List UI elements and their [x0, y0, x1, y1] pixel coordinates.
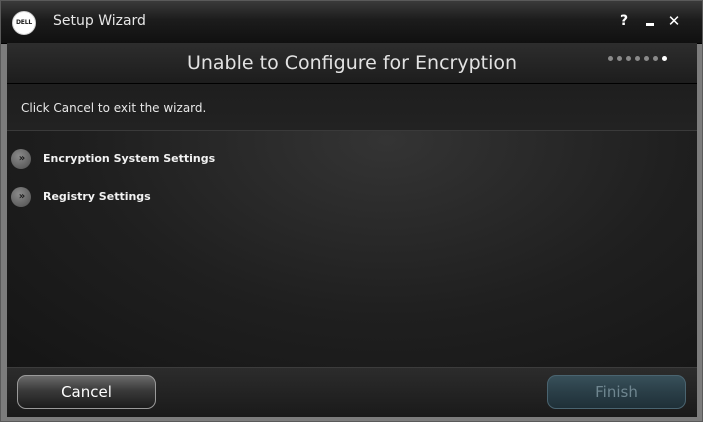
setup-wizard-window: DELL Setup Wizard ? ✕ Unable to Configur… — [0, 0, 703, 422]
expander-label[interactable]: Registry Settings — [43, 190, 151, 203]
instruction-band: Click Cancel to exit the wizard. — [7, 84, 697, 131]
dell-logo: DELL — [12, 11, 36, 35]
step-dot — [644, 56, 649, 61]
instruction-text: Click Cancel to exit the wizard. — [21, 101, 207, 115]
finish-button[interactable]: Finish — [547, 375, 686, 409]
help-button[interactable]: ? — [615, 11, 633, 31]
double-chevron-right-icon[interactable]: » — [11, 187, 31, 207]
cancel-button[interactable]: Cancel — [17, 375, 156, 409]
double-chevron-right-icon[interactable]: » — [11, 149, 31, 169]
window-title: Setup Wizard — [53, 13, 146, 29]
page-header: Unable to Configure for Encryption — [7, 43, 697, 84]
step-dot — [635, 56, 640, 61]
button-bar: Cancel Finish — [7, 367, 697, 417]
wizard-content: Unable to Configure for Encryption Click… — [7, 43, 697, 367]
step-dot-current — [662, 56, 667, 61]
step-dot — [617, 56, 622, 61]
close-button[interactable]: ✕ — [665, 11, 683, 31]
expander-label[interactable]: Encryption System Settings — [43, 152, 215, 165]
title-bar[interactable]: DELL Setup Wizard ? ✕ — [1, 1, 702, 44]
page-title: Unable to Configure for Encryption — [186, 52, 518, 74]
step-dot — [653, 56, 658, 61]
step-dot — [608, 56, 613, 61]
minimize-button[interactable] — [641, 11, 659, 31]
step-indicator — [608, 56, 671, 64]
step-dot — [626, 56, 631, 61]
minimize-icon — [646, 23, 654, 26]
